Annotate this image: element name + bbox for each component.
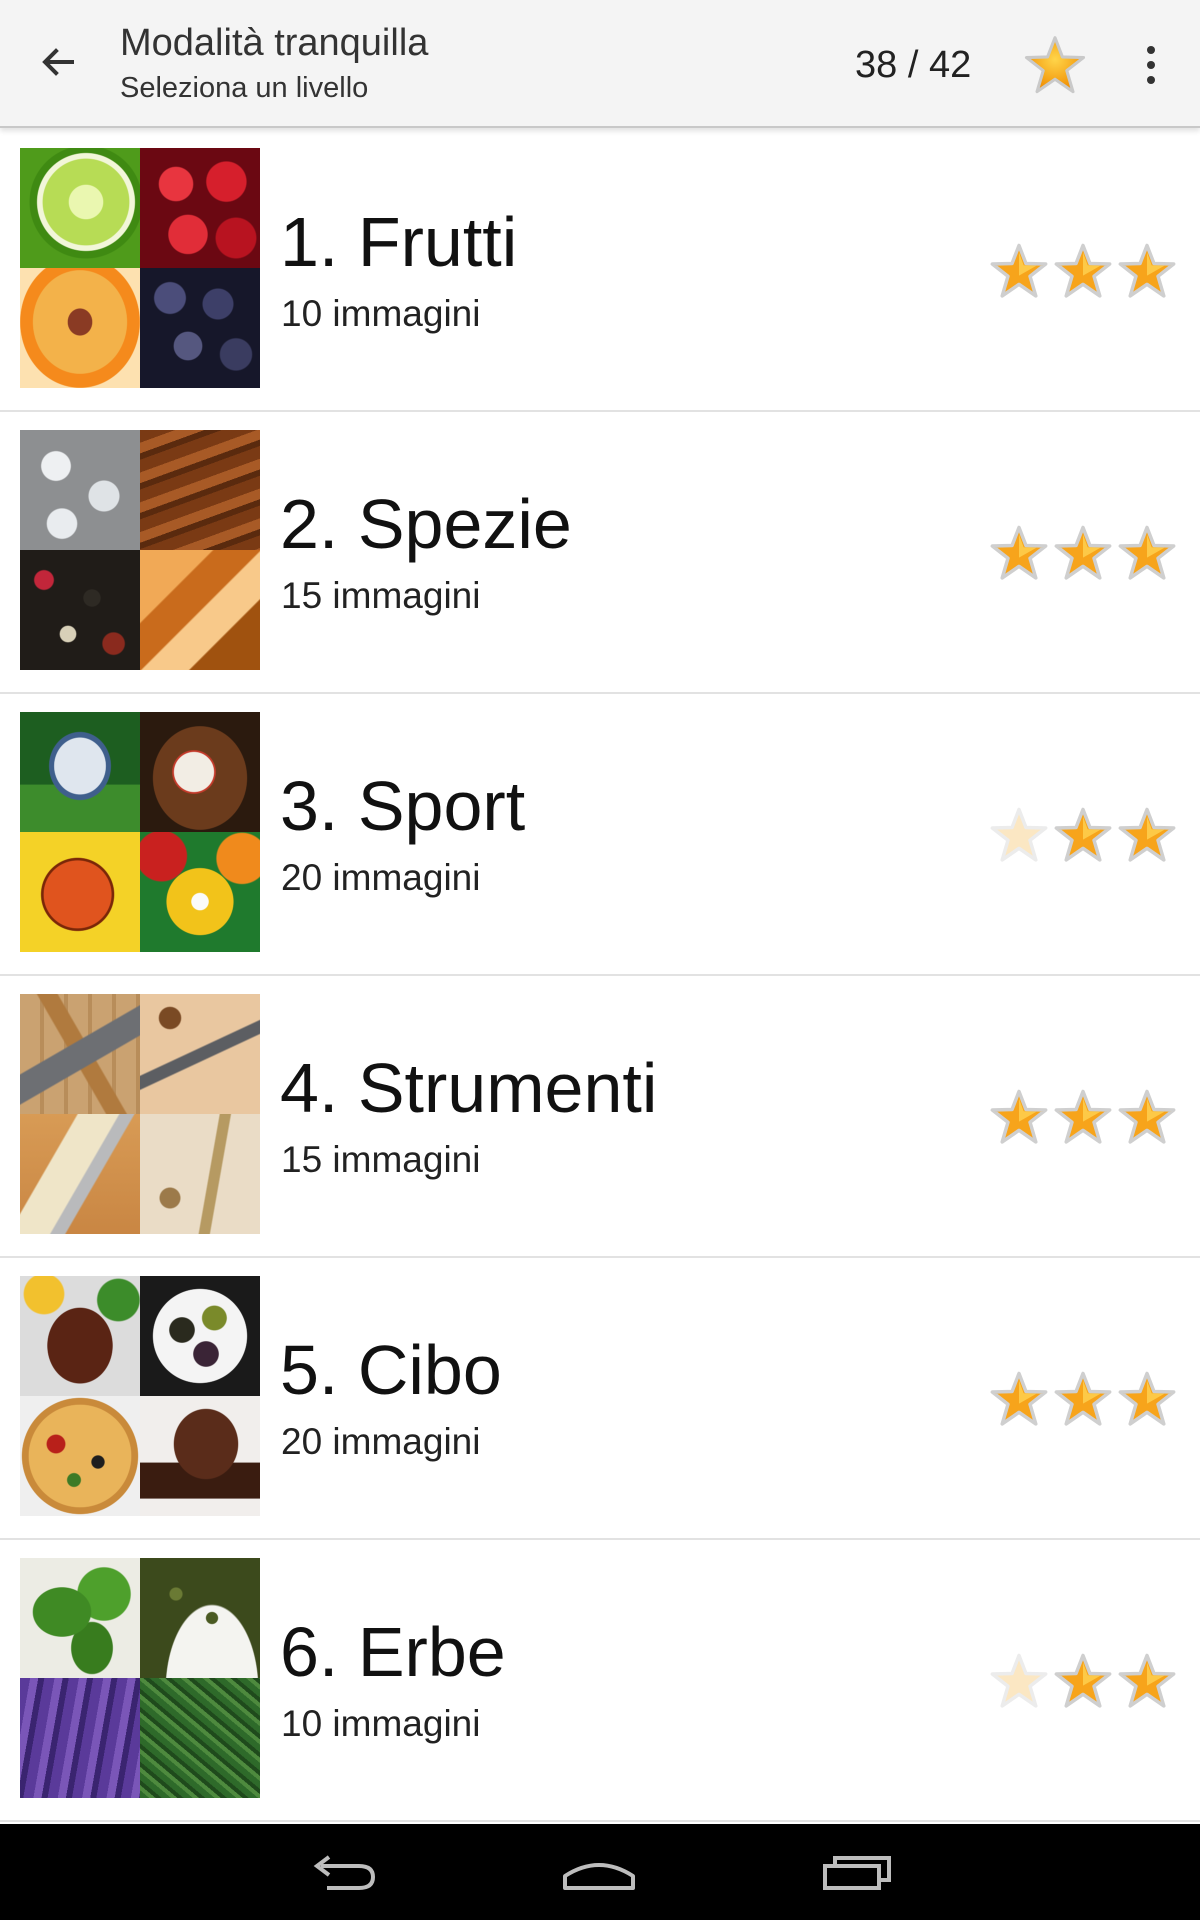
cinnamon-image: [140, 430, 260, 550]
blueberries-image: [140, 268, 260, 388]
app-bar-titles: Modalità tranquilla Seleziona un livello: [120, 20, 428, 108]
menu-dot: [1147, 46, 1155, 54]
star-earned-icon: [990, 1371, 1048, 1426]
app-bar: Modalità tranquilla Seleziona un livello…: [0, 0, 1200, 128]
rosemary-image: [140, 1678, 260, 1798]
level-stars: [990, 524, 1176, 584]
level-row-spezie[interactable]: 2. Spezie 15 immagini: [0, 412, 1200, 694]
menu-dot: [1147, 61, 1155, 69]
basketball-image: [20, 832, 140, 952]
page-title: Modalità tranquilla: [120, 22, 429, 64]
arrow-left-icon: [42, 48, 74, 76]
level-stars: [990, 806, 1176, 866]
level-title: 3. Sport: [280, 767, 526, 845]
star-earned-icon: [990, 1089, 1048, 1144]
star-earned-icon: [1118, 1089, 1176, 1144]
star-earned-icon: [1054, 243, 1112, 298]
progress-counter: 38 / 42: [855, 44, 972, 86]
level-title: 1. Frutti: [280, 203, 518, 281]
level-thumbnail: [20, 430, 260, 670]
billiard-balls-image: [140, 832, 260, 952]
star-earned-icon: [1118, 243, 1176, 298]
hammer-image: [20, 994, 140, 1114]
star-earned-icon: [990, 525, 1048, 580]
star-earned-icon: [1118, 1371, 1176, 1426]
star-earned-icon: [1054, 1089, 1112, 1144]
football-helmet-image: [20, 712, 140, 832]
level-row-sport[interactable]: 3. Sport 20 immagini: [0, 694, 1200, 976]
level-image-count: 10 immagini: [281, 1703, 481, 1744]
level-image-count: 10 immagini: [281, 293, 481, 334]
dried-oregano-image: [140, 1558, 260, 1678]
salt-image: [20, 430, 140, 550]
star-empty-icon: [990, 1653, 1048, 1708]
lime-image: [20, 148, 140, 268]
level-image-count: 15 immagini: [281, 575, 481, 616]
menu-dot: [1147, 76, 1155, 84]
baseball-glove-image: [140, 712, 260, 832]
level-thumbnail: [20, 148, 260, 388]
cranberries-image: [140, 148, 260, 268]
paint-brush-image: [20, 1114, 140, 1234]
level-image-count: 15 immagini: [281, 1139, 481, 1180]
level-row-cibo[interactable]: 5. Cibo 20 immagini: [0, 1258, 1200, 1540]
level-title: 5. Cibo: [280, 1331, 502, 1409]
level-image-count: 20 immagini: [281, 857, 481, 898]
drill-bit-image: [140, 994, 260, 1114]
page-subtitle: Seleziona un livello: [120, 72, 369, 104]
star-earned-icon: [990, 243, 1048, 298]
level-stars: [990, 1652, 1176, 1712]
star-earned-icon: [1054, 1371, 1112, 1426]
star-icon: [1024, 36, 1086, 94]
lavender-image: [20, 1678, 140, 1798]
level-image-count: 20 immagini: [281, 1421, 481, 1462]
nav-recents-icon: [823, 1856, 891, 1890]
level-thumbnail: [20, 994, 260, 1234]
peppercorns-image: [20, 550, 140, 670]
overflow-menu-button[interactable]: [1136, 40, 1166, 90]
level-row-erbe[interactable]: 6. Erbe 10 immagini: [0, 1540, 1200, 1822]
level-thumbnail: [20, 1558, 260, 1798]
level-stars: [990, 242, 1176, 302]
level-thumbnail: [20, 712, 260, 952]
level-stars: [990, 1088, 1176, 1148]
level-stars: [990, 1370, 1176, 1430]
level-row-strumenti[interactable]: 4. Strumenti 15 immagini: [0, 976, 1200, 1258]
level-thumbnail: [20, 1276, 260, 1516]
stars-button[interactable]: [1024, 34, 1086, 96]
system-nav-bar: [0, 1824, 1200, 1920]
nav-home-icon: [563, 1863, 635, 1890]
peach-image: [20, 268, 140, 388]
star-earned-icon: [1118, 1653, 1176, 1708]
muffin-image: [140, 1396, 260, 1516]
olives-image: [140, 1276, 260, 1396]
nav-recents-button[interactable]: [812, 1842, 902, 1902]
level-title: 6. Erbe: [280, 1613, 506, 1691]
star-earned-icon: [1118, 525, 1176, 580]
level-row-frutti[interactable]: 1. Frutti 10 immagini: [0, 130, 1200, 412]
pizza-image: [20, 1396, 140, 1516]
star-empty-icon: [990, 807, 1048, 862]
level-list: 1. Frutti 10 immagini 2. Spezie 15 immag…: [0, 130, 1200, 1822]
star-earned-icon: [1118, 807, 1176, 862]
level-title: 4. Strumenti: [280, 1049, 658, 1127]
nav-back-button[interactable]: [298, 1842, 388, 1902]
nav-back-icon: [313, 1855, 376, 1890]
screw-image: [140, 1114, 260, 1234]
basil-image: [20, 1558, 140, 1678]
star-earned-icon: [1054, 525, 1112, 580]
rock-sugar-image: [140, 550, 260, 670]
level-title: 2. Spezie: [280, 485, 572, 563]
star-earned-icon: [1054, 807, 1112, 862]
steak-image: [20, 1276, 140, 1396]
nav-home-button[interactable]: [554, 1842, 644, 1902]
back-button[interactable]: [30, 34, 86, 90]
star-earned-icon: [1054, 1653, 1112, 1708]
